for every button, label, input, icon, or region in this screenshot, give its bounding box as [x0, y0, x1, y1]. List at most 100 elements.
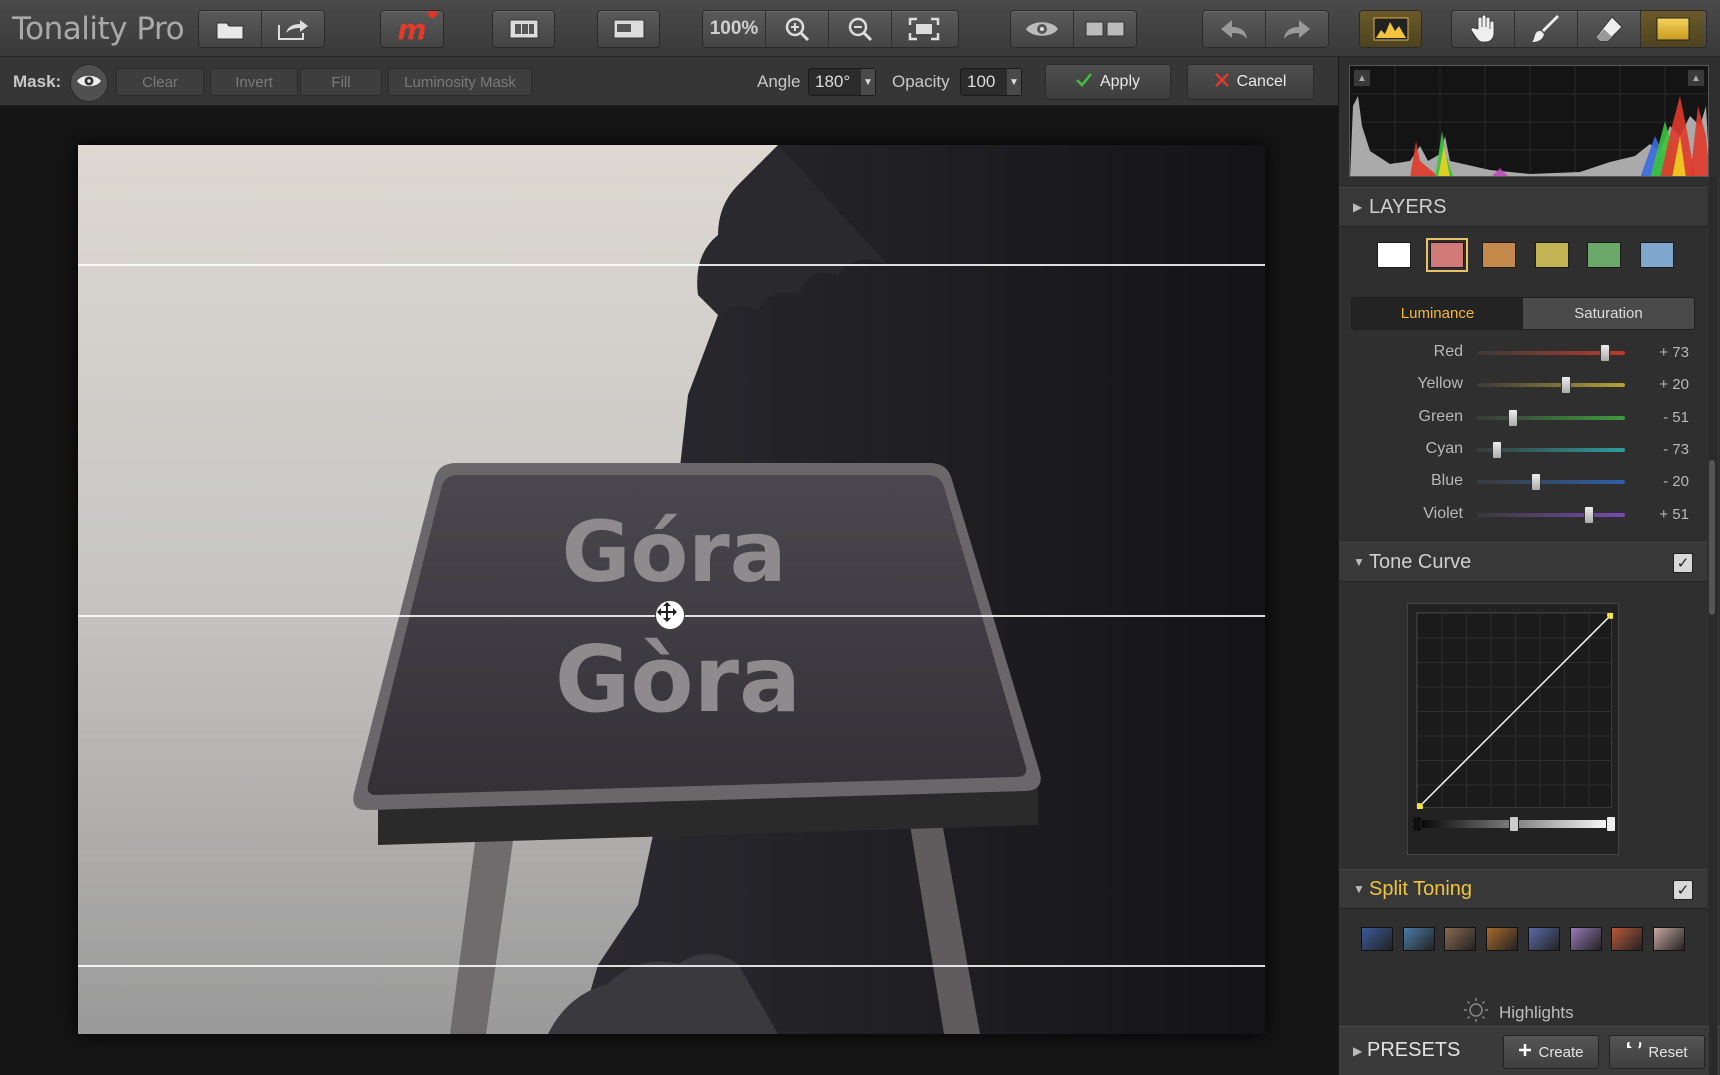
- toning-preset-swatch[interactable]: [1569, 927, 1602, 951]
- slider-track[interactable]: [1477, 415, 1625, 420]
- tab-saturation[interactable]: Saturation: [1523, 298, 1694, 329]
- midpoint-thumb[interactable]: [1509, 816, 1519, 832]
- share-button[interactable]: [262, 11, 325, 47]
- redo-button[interactable]: [1266, 11, 1329, 47]
- tone-curve-checkbox[interactable]: ✓: [1673, 553, 1693, 573]
- main-toolbar: Tonality Pro m 100%: [0, 0, 1720, 57]
- split-view-button[interactable]: [1074, 11, 1137, 47]
- slider-label: Red: [1433, 343, 1463, 360]
- layers-header[interactable]: ▶ LAYERS: [1339, 187, 1707, 227]
- compare-layout-button[interactable]: [598, 11, 659, 47]
- opacity-select[interactable]: 100 ▼: [960, 68, 1022, 96]
- hand-icon: [1470, 15, 1496, 43]
- toning-preset-swatch[interactable]: [1402, 927, 1435, 951]
- slider-value: - 20: [1663, 473, 1689, 491]
- curve-range-slider[interactable]: [1412, 816, 1616, 832]
- slider-thumb[interactable]: [1560, 376, 1571, 395]
- toning-preset-swatch[interactable]: [1652, 927, 1685, 951]
- zoom-in-button[interactable]: [766, 11, 829, 47]
- notification-dot: [428, 11, 437, 18]
- create-preset-button[interactable]: Create: [1503, 1035, 1599, 1069]
- presets-title[interactable]: PRESETS: [1367, 1039, 1460, 1062]
- histogram: ▲ ▲: [1349, 65, 1709, 177]
- slider-thumb[interactable]: [1600, 344, 1611, 362]
- open-icon: [215, 17, 245, 41]
- shadow-clipping-toggle[interactable]: ▲: [1354, 70, 1370, 86]
- layer-color-swatch[interactable]: [1639, 242, 1674, 268]
- layer-color-swatch[interactable]: [1482, 242, 1516, 268]
- toning-preset-swatch[interactable]: [1611, 927, 1644, 951]
- expanded-arrow-icon: ▼: [1353, 882, 1365, 896]
- undo-button[interactable]: [1203, 11, 1266, 47]
- slider-row-blue: Blue - 20: [1339, 466, 1707, 496]
- history-group: [1202, 10, 1329, 48]
- preview-button[interactable]: [1011, 11, 1074, 47]
- split-toning-header[interactable]: ▼ Split Toning ✓: [1339, 869, 1707, 909]
- toning-preset-swatch[interactable]: [1486, 927, 1519, 951]
- curve-line: [1415, 611, 1615, 811]
- reset-button[interactable]: Reset: [1609, 1035, 1705, 1069]
- slider-label: Blue: [1430, 472, 1463, 490]
- angle-select[interactable]: 180° ▼: [808, 68, 876, 96]
- split-toning-checkbox[interactable]: ✓: [1673, 880, 1693, 900]
- slider-thumb[interactable]: [1531, 473, 1542, 492]
- fit-screen-button[interactable]: [892, 11, 955, 47]
- hand-tool-button[interactable]: [1452, 11, 1515, 47]
- mask-fill-button[interactable]: Fill: [300, 68, 382, 96]
- cancel-label: Cancel: [1236, 73, 1287, 90]
- chevron-down-icon: ▼: [861, 69, 875, 95]
- brush-tool-button[interactable]: [1515, 11, 1578, 47]
- apply-button[interactable]: Apply: [1045, 64, 1171, 100]
- slider-thumb[interactable]: [1491, 440, 1502, 459]
- slider-track[interactable]: [1477, 512, 1625, 517]
- open-button[interactable]: [199, 11, 262, 47]
- right-panel: ▲ ▲ ▶ LAYERS Luminance Saturation Red + 7…: [1338, 57, 1720, 1075]
- layer-color-swatch[interactable]: [1425, 238, 1468, 272]
- zoom-group: 100%: [702, 10, 959, 48]
- highlight-clipping-toggle[interactable]: ▲: [1688, 70, 1704, 86]
- macphun-icon: m: [397, 12, 427, 46]
- tools-group: [1451, 10, 1707, 48]
- layer-color-swatch[interactable]: [1534, 242, 1569, 268]
- eraser-tool-button[interactable]: [1578, 11, 1641, 47]
- gradient-guide-bottom[interactable]: [78, 965, 1265, 967]
- tab-luminance[interactable]: Luminance: [1352, 298, 1523, 329]
- slider-thumb[interactable]: [1583, 505, 1594, 524]
- slider-track[interactable]: [1477, 383, 1625, 388]
- slider-thumb[interactable]: [1508, 408, 1519, 427]
- histogram-graph: [1350, 66, 1708, 176]
- curve-grid[interactable]: [1415, 611, 1615, 811]
- highlights-row[interactable]: Highlights: [1463, 997, 1574, 1028]
- slider-track[interactable]: [1477, 480, 1625, 485]
- apply-label: Apply: [1099, 73, 1141, 90]
- luminosity-mask-button[interactable]: Luminosity Mask: [388, 68, 532, 96]
- opacity-value: 100: [967, 72, 996, 91]
- tone-curve-header[interactable]: ▼ Tone Curve ✓: [1339, 542, 1707, 582]
- toning-preset-swatch[interactable]: [1361, 927, 1393, 951]
- black-point-thumb[interactable]: [1412, 816, 1422, 832]
- preview-group: [1010, 10, 1137, 48]
- cancel-button[interactable]: Cancel: [1187, 64, 1314, 100]
- tone-curve-editor[interactable]: [1407, 603, 1619, 855]
- close-icon: [1214, 72, 1229, 92]
- mask-clear-button[interactable]: Clear: [116, 68, 204, 96]
- gradient-move-handle[interactable]: [655, 600, 685, 630]
- toning-preset-swatch[interactable]: [1444, 927, 1477, 951]
- panel-scrollbar[interactable]: [1709, 460, 1715, 615]
- layer-color-swatch[interactable]: [1377, 242, 1411, 268]
- filmstrip-button[interactable]: [493, 11, 554, 47]
- slider-label: Violet: [1423, 504, 1463, 522]
- white-point-thumb[interactable]: [1606, 816, 1616, 832]
- gradient-guide-top[interactable]: [78, 264, 1265, 266]
- zoom-100-button[interactable]: 100%: [703, 11, 766, 47]
- mask-invert-button[interactable]: Invert: [210, 68, 298, 96]
- toning-preset-swatch[interactable]: [1527, 927, 1560, 951]
- macphun-button[interactable]: m: [381, 11, 443, 47]
- layer-color-swatch[interactable]: [1587, 242, 1621, 268]
- histogram-button[interactable]: [1360, 11, 1421, 47]
- gradient-tool-button[interactable]: [1641, 11, 1704, 47]
- zoom-out-button[interactable]: [829, 11, 892, 47]
- photo-canvas[interactable]: Góra Gòra: [78, 145, 1265, 1034]
- split-toning-title: Split Toning: [1369, 877, 1473, 900]
- mask-visibility-button[interactable]: [70, 64, 108, 102]
